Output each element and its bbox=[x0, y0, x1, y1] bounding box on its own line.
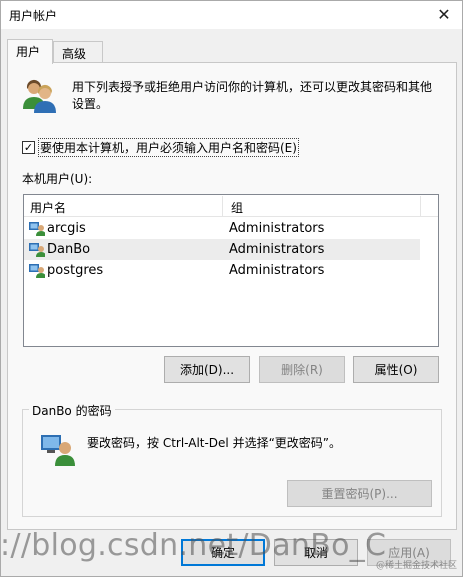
user-accounts-dialog: 用户帐户 ✕ 用户 高级 用下列表授予或拒绝用户访问你的计算机，还可以更改其密码… bbox=[0, 0, 463, 577]
user-computer-icon bbox=[29, 243, 45, 257]
user-computer-icon bbox=[29, 264, 45, 278]
user-name: arcgis bbox=[47, 221, 86, 236]
column-divider[interactable] bbox=[222, 196, 223, 216]
title-bar: 用户帐户 ✕ bbox=[1, 1, 462, 29]
users-tab-page: 用下列表授予或拒绝用户访问你的计算机，还可以更改其密码和其他设置。 ✓ 要使用本… bbox=[7, 62, 457, 530]
table-row[interactable]: arcgis Administrators bbox=[24, 218, 420, 239]
reset-password-button[interactable]: 重置密码(P)... bbox=[287, 480, 432, 507]
window-title: 用户帐户 bbox=[9, 9, 58, 23]
password-groupbox: DanBo 的密码 要改密码，按 Ctrl-Alt-Del 并选择“更改密码”。… bbox=[22, 402, 442, 517]
users-icon bbox=[23, 79, 56, 113]
table-row[interactable]: postgres Administrators bbox=[24, 260, 420, 281]
require-login-checkbox[interactable]: ✓ bbox=[22, 141, 35, 154]
close-icon: ✕ bbox=[437, 4, 451, 24]
column-divider[interactable] bbox=[420, 196, 421, 216]
column-header-group[interactable]: 组 bbox=[231, 199, 243, 216]
require-login-row[interactable]: ✓ 要使用本计算机，用户必须输入用户名和密码(E) bbox=[22, 138, 299, 157]
table-row-selected[interactable]: DanBo Administrators bbox=[24, 239, 420, 260]
require-login-label: 要使用本计算机，用户必须输入用户名和密码(E) bbox=[38, 138, 299, 157]
user-name: postgres bbox=[47, 263, 104, 278]
intro-text: 用下列表授予或拒绝用户访问你的计算机，还可以更改其密码和其他设置。 bbox=[72, 80, 433, 111]
user-name: DanBo bbox=[47, 242, 91, 257]
properties-button[interactable]: 属性(O) bbox=[353, 356, 439, 383]
local-users-label: 本机用户(U): bbox=[22, 172, 93, 186]
list-rows: arcgis Administrators DanBo Administrato… bbox=[24, 218, 438, 281]
tab-advanced[interactable]: 高级 bbox=[53, 41, 103, 63]
cancel-button[interactable]: 取消 bbox=[274, 539, 358, 566]
user-group: Administrators bbox=[229, 221, 325, 236]
close-button[interactable]: ✕ bbox=[430, 3, 458, 25]
add-user-button[interactable]: 添加(D)... bbox=[164, 356, 250, 383]
remove-user-button[interactable]: 删除(R) bbox=[259, 356, 345, 383]
user-group: Administrators bbox=[229, 263, 325, 278]
ok-button[interactable]: 确定 bbox=[181, 539, 265, 566]
user-computer-icon bbox=[41, 435, 75, 466]
tab-users[interactable]: 用户 bbox=[7, 39, 53, 64]
user-group: Administrators bbox=[229, 242, 325, 257]
checkmark-icon: ✓ bbox=[23, 141, 34, 154]
list-header: 用户名 组 bbox=[24, 195, 438, 217]
change-password-hint: 要改密码，按 Ctrl-Alt-Del 并选择“更改密码”。 bbox=[87, 436, 342, 450]
user-list[interactable]: 用户名 组 arcgis Administrators DanBo Admini… bbox=[23, 194, 439, 347]
apply-button[interactable]: 应用(A) bbox=[367, 539, 451, 566]
user-computer-icon bbox=[29, 222, 45, 236]
column-header-username[interactable]: 用户名 bbox=[30, 199, 66, 216]
password-groupbox-title: DanBo 的密码 bbox=[29, 402, 115, 419]
